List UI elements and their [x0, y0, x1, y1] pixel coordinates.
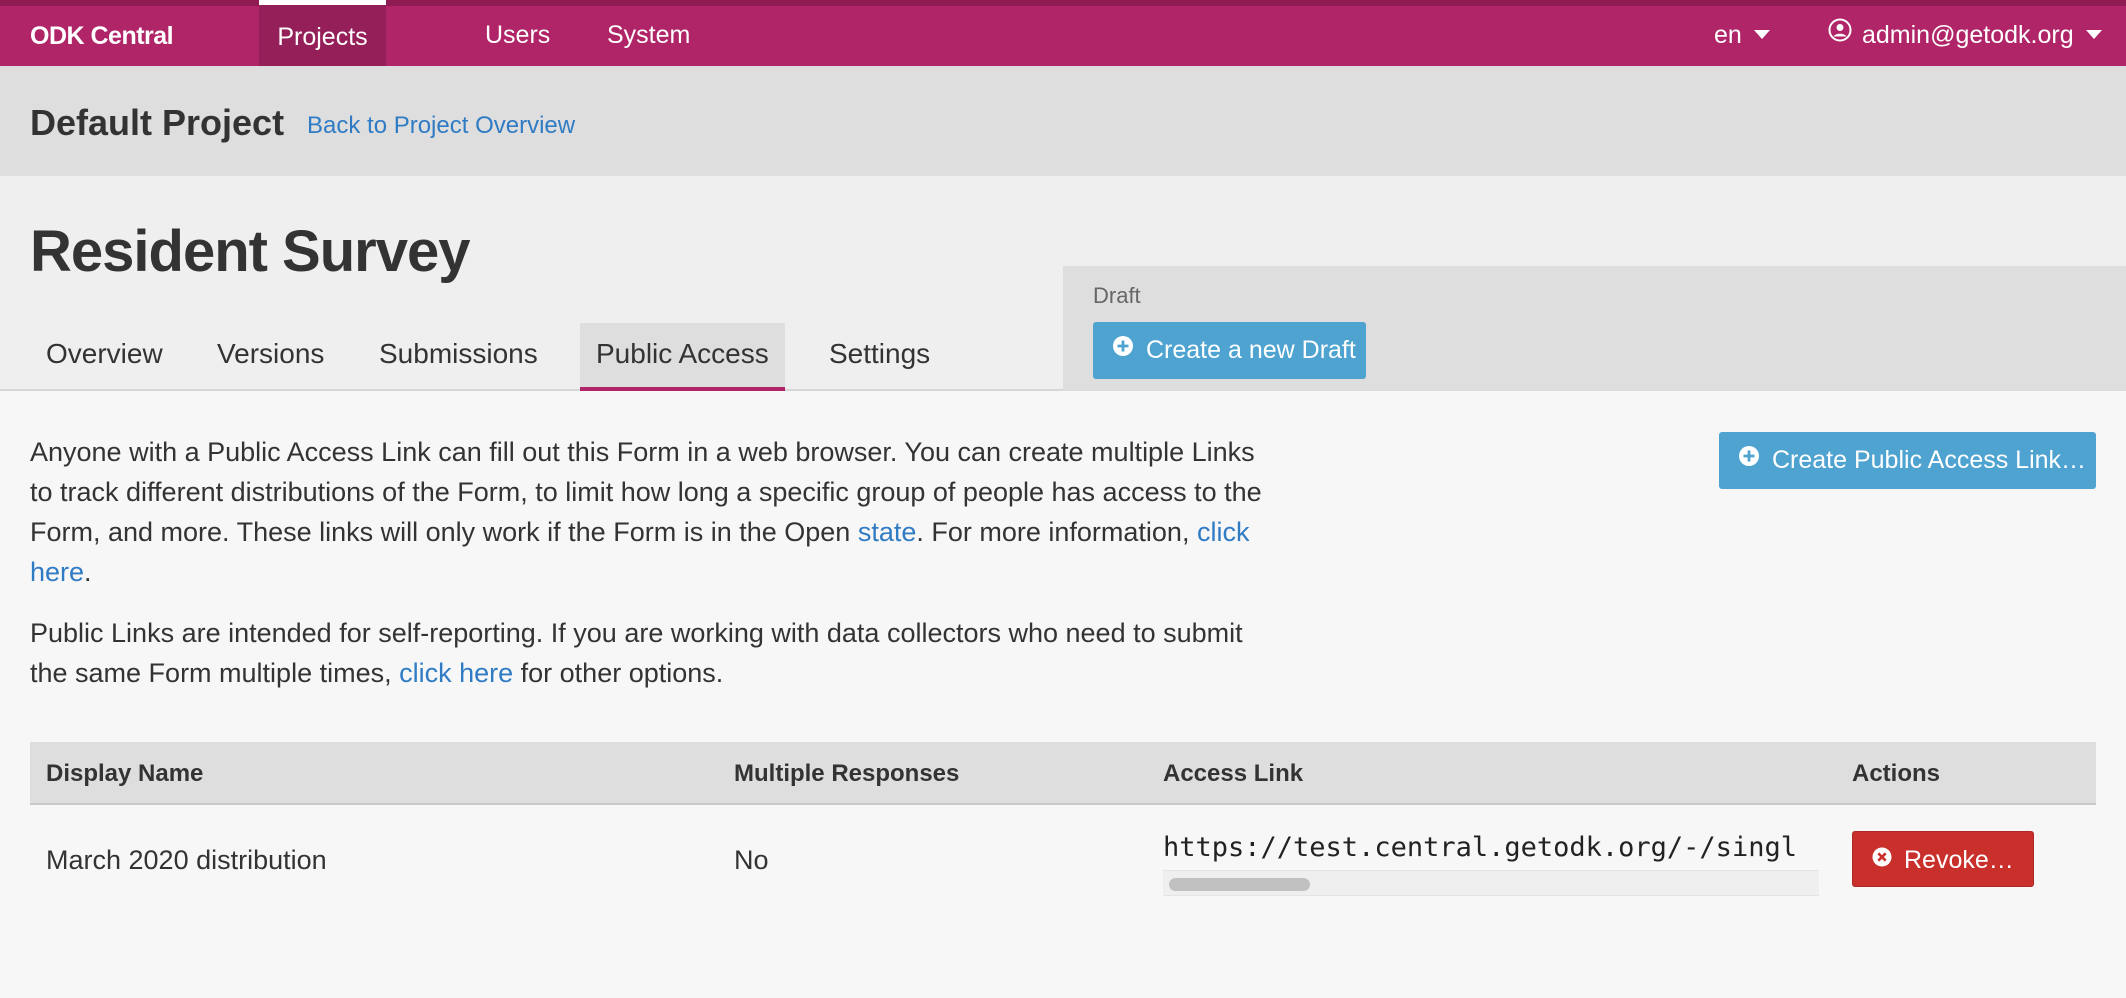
revoke-button[interactable]: Revoke…	[1852, 831, 2034, 887]
header-actions: Actions	[1852, 760, 1941, 787]
draft-panel: Draft Create a new Draft	[1063, 266, 2126, 391]
top-navbar: ODK Central Projects Users System en adm…	[0, 0, 2126, 66]
tab-submissions[interactable]: Submissions	[363, 323, 554, 391]
chevron-down-icon	[1753, 30, 1770, 40]
scrollbar-thumb[interactable]	[1169, 878, 1310, 891]
access-link-cell[interactable]: https://test.central.getodk.org/-/singl	[1163, 830, 1819, 896]
tab-versions[interactable]: Versions	[201, 323, 340, 391]
times-circle-icon	[1872, 831, 1892, 887]
access-link-text[interactable]: https://test.central.getodk.org/-/singl	[1163, 830, 1819, 866]
back-to-project-link[interactable]: Back to Project Overview	[307, 112, 575, 140]
public-access-description: Anyone with a Public Access Link can fil…	[30, 432, 1270, 592]
other-options-link[interactable]: click here	[399, 658, 513, 688]
create-draft-label: Create a new Draft	[1146, 336, 1356, 364]
create-draft-button[interactable]: Create a new Draft	[1093, 322, 1366, 379]
project-title: Default Project	[30, 102, 285, 143]
nav-projects[interactable]: Projects	[259, 0, 386, 66]
create-public-link-label: Create Public Access Link…	[1772, 446, 2087, 474]
table-header: Display Name Multiple Responses Access L…	[30, 742, 2096, 805]
plus-circle-icon	[1738, 431, 1760, 488]
language-dropdown[interactable]: en	[1714, 6, 1770, 66]
revoke-label: Revoke…	[1904, 846, 2014, 874]
tab-settings[interactable]: Settings	[813, 323, 946, 391]
desc-text: . For more information,	[916, 517, 1197, 547]
form-header: Resident Survey Overview Versions Submis…	[0, 176, 2126, 391]
desc-text: for other options.	[513, 658, 724, 688]
user-email: admin@getodk.org	[1862, 21, 2074, 49]
create-public-link-button[interactable]: Create Public Access Link…	[1719, 432, 2096, 489]
nav-users[interactable]: Users	[485, 6, 550, 66]
public-links-table: Display Name Multiple Responses Access L…	[30, 742, 2096, 910]
public-links-note: Public Links are intended for self-repor…	[30, 613, 1270, 693]
form-title: Resident Survey	[30, 219, 471, 284]
multiple-responses-cell: No	[734, 845, 769, 875]
header-multiple-responses: Multiple Responses	[734, 760, 960, 787]
brand-logo[interactable]: ODK Central	[30, 22, 174, 51]
user-circle-icon	[1828, 5, 1852, 63]
header-display-name: Display Name	[46, 760, 204, 787]
project-header: Default Project Back to Project Overview	[0, 66, 2126, 176]
display-name-cell: March 2020 distribution	[46, 845, 327, 875]
table-row: March 2020 distribution No https://test.…	[30, 805, 2096, 910]
plus-circle-icon	[1112, 321, 1134, 378]
chevron-down-icon	[2085, 30, 2102, 40]
language-label: en	[1714, 21, 1742, 49]
horizontal-scrollbar[interactable]	[1163, 870, 1819, 896]
tab-overview[interactable]: Overview	[30, 323, 179, 391]
user-menu[interactable]: admin@getodk.org	[1828, 6, 2102, 66]
state-link[interactable]: state	[858, 517, 917, 547]
desc-text: .	[84, 557, 92, 587]
nav-system[interactable]: System	[607, 6, 690, 66]
draft-label: Draft	[1093, 283, 1141, 308]
tab-public-access[interactable]: Public Access	[580, 323, 785, 391]
header-access-link: Access Link	[1163, 760, 1304, 787]
